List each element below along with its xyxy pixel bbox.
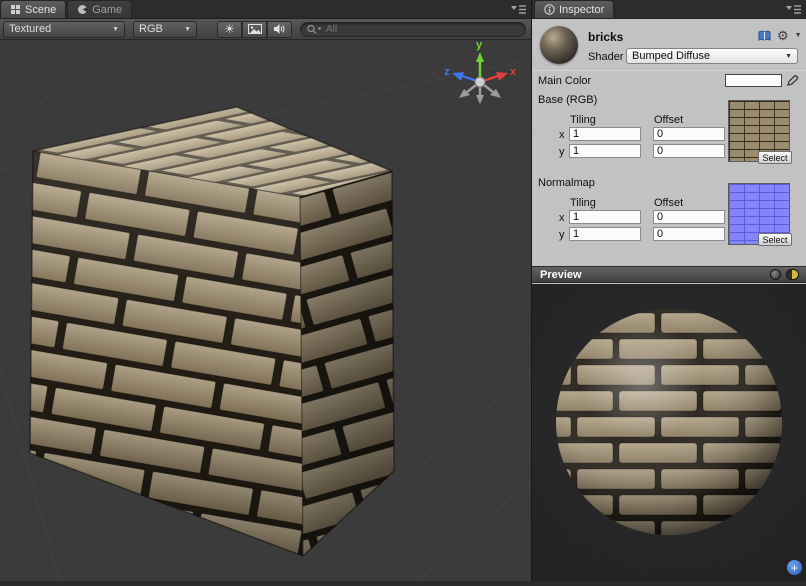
base-offset-y-field[interactable] bbox=[653, 144, 725, 158]
help-book-icon[interactable] bbox=[758, 30, 771, 42]
gizmo-x-axis[interactable] bbox=[496, 72, 508, 81]
tab-scene-label: Scene bbox=[25, 4, 56, 16]
sun-icon: ☀ bbox=[224, 22, 235, 36]
brick-cube[interactable] bbox=[30, 107, 394, 556]
info-icon bbox=[544, 4, 555, 15]
normalmap-offset-x-field[interactable] bbox=[653, 210, 725, 224]
main-color-swatch[interactable] bbox=[725, 74, 782, 87]
normalmap-section-label: Normalmap bbox=[538, 177, 595, 189]
normalmap-tiling-x-field[interactable] bbox=[569, 210, 641, 224]
gizmo-x-label: x bbox=[510, 66, 517, 78]
search-input[interactable] bbox=[326, 24, 519, 35]
image-icon bbox=[248, 23, 262, 35]
chevron-down-icon: ▼ bbox=[184, 26, 191, 33]
lighting-toggle-button[interactable]: ☀ bbox=[217, 21, 242, 38]
normalmap-row-y-label: y bbox=[559, 229, 565, 241]
inspector-panel: Inspector bricks Shader Bumped Diffuse ▼… bbox=[531, 0, 806, 581]
main-color-label: Main Color bbox=[538, 75, 591, 87]
chevron-down-icon: ▼ bbox=[785, 53, 792, 60]
gizmo-y-axis[interactable] bbox=[476, 52, 484, 62]
scene-toggle-group: ☀ bbox=[217, 21, 292, 38]
inspector-panel-menu-icon[interactable] bbox=[786, 4, 801, 15]
add-button[interactable]: + bbox=[787, 560, 802, 575]
gizmo-z-label: z bbox=[444, 66, 450, 78]
material-preview-area[interactable]: + bbox=[532, 284, 806, 581]
chevron-down-icon[interactable]: ▼ bbox=[795, 32, 802, 39]
tab-game-label: Game bbox=[92, 4, 122, 16]
normalmap-offset-y-field[interactable] bbox=[653, 227, 725, 241]
scene-tabbar: Scene Game bbox=[0, 0, 531, 19]
gear-icon[interactable]: ⚙ bbox=[777, 29, 789, 42]
scene-panel-menu-icon[interactable] bbox=[511, 4, 526, 15]
preview-label: Preview bbox=[540, 269, 582, 281]
base-row-x-label: x bbox=[559, 129, 565, 141]
base-row-y-label: y bbox=[559, 146, 565, 158]
base-tiling-header: Tiling bbox=[570, 114, 596, 126]
base-tiling-x-field[interactable] bbox=[569, 127, 641, 141]
normalmap-tiling-header: Tiling bbox=[570, 197, 596, 209]
scene-3d-view: y x z bbox=[0, 40, 531, 581]
game-icon bbox=[77, 4, 88, 15]
preview-header[interactable]: Preview bbox=[532, 266, 806, 283]
preview-mesh-toggle-icon[interactable] bbox=[770, 269, 781, 280]
tab-inspector[interactable]: Inspector bbox=[534, 0, 614, 18]
inspector-tabbar: Inspector bbox=[532, 0, 806, 19]
scene-panel: Scene Game Textured ▼ RGB ▼ ☀ bbox=[0, 0, 531, 581]
normalmap-row-x-label: x bbox=[559, 212, 565, 224]
scene-orientation-gizmo[interactable]: y x z bbox=[444, 40, 517, 104]
base-tiling-y-field[interactable] bbox=[569, 144, 641, 158]
speaker-icon bbox=[273, 23, 286, 35]
chevron-down-icon: ▼ bbox=[112, 26, 119, 33]
shader-value: Bumped Diffuse bbox=[632, 50, 710, 62]
normalmap-offset-header: Offset bbox=[654, 197, 683, 209]
gizmo-y-label: y bbox=[476, 40, 483, 51]
scene-grid-icon bbox=[10, 4, 21, 15]
tab-scene[interactable]: Scene bbox=[0, 0, 66, 18]
draw-mode-dropdown[interactable]: Textured ▼ bbox=[3, 21, 125, 38]
search-icon bbox=[307, 24, 322, 35]
eyedropper-icon[interactable] bbox=[787, 73, 799, 86]
skybox-toggle-button[interactable] bbox=[242, 21, 267, 38]
render-mode-value: RGB bbox=[139, 23, 163, 35]
normalmap-texture-select-button[interactable]: Select bbox=[758, 233, 792, 246]
divider bbox=[532, 70, 806, 71]
preview-sphere bbox=[532, 284, 806, 581]
material-preview-icon bbox=[540, 26, 578, 64]
scene-viewport[interactable]: y x z bbox=[0, 40, 531, 581]
tab-game[interactable]: Game bbox=[67, 0, 132, 18]
scene-search-field[interactable] bbox=[300, 22, 526, 37]
shader-label: Shader bbox=[588, 51, 623, 63]
preview-light-toggle-icon[interactable] bbox=[786, 269, 799, 280]
tab-inspector-label: Inspector bbox=[559, 4, 604, 16]
draw-mode-value: Textured bbox=[9, 23, 51, 35]
base-offset-header: Offset bbox=[654, 114, 683, 126]
normalmap-tiling-y-field[interactable] bbox=[569, 227, 641, 241]
shader-dropdown[interactable]: Bumped Diffuse ▼ bbox=[626, 48, 798, 64]
material-name: bricks bbox=[588, 30, 623, 44]
base-offset-x-field[interactable] bbox=[653, 127, 725, 141]
base-texture-select-button[interactable]: Select bbox=[758, 151, 792, 164]
base-section-label: Base (RGB) bbox=[538, 94, 597, 106]
audio-toggle-button[interactable] bbox=[267, 21, 292, 38]
scene-toolbar: Textured ▼ RGB ▼ ☀ bbox=[0, 19, 531, 40]
render-mode-dropdown[interactable]: RGB ▼ bbox=[133, 21, 197, 38]
